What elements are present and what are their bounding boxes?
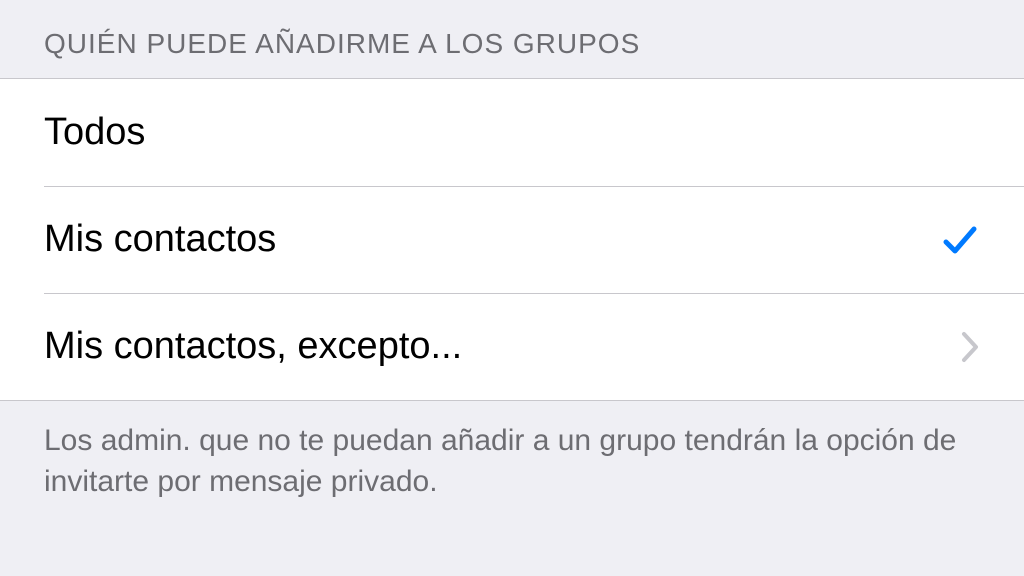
checkmark-icon bbox=[940, 220, 980, 260]
option-label: Todos bbox=[44, 111, 980, 154]
options-list: Todos Mis contactos Mis contactos, excep… bbox=[0, 78, 1024, 401]
chevron-right-icon bbox=[960, 330, 980, 364]
option-my-contacts[interactable]: Mis contactos bbox=[0, 186, 1024, 293]
option-my-contacts-except[interactable]: Mis contactos, excepto... bbox=[0, 293, 1024, 400]
option-label: Mis contactos, excepto... bbox=[44, 325, 960, 368]
option-everyone[interactable]: Todos bbox=[0, 79, 1024, 186]
option-label: Mis contactos bbox=[44, 218, 940, 261]
section-header: Quién puede añadirme a los grupos bbox=[0, 0, 1024, 78]
section-footer: Los admin. que no te puedan añadir a un … bbox=[0, 401, 1024, 522]
